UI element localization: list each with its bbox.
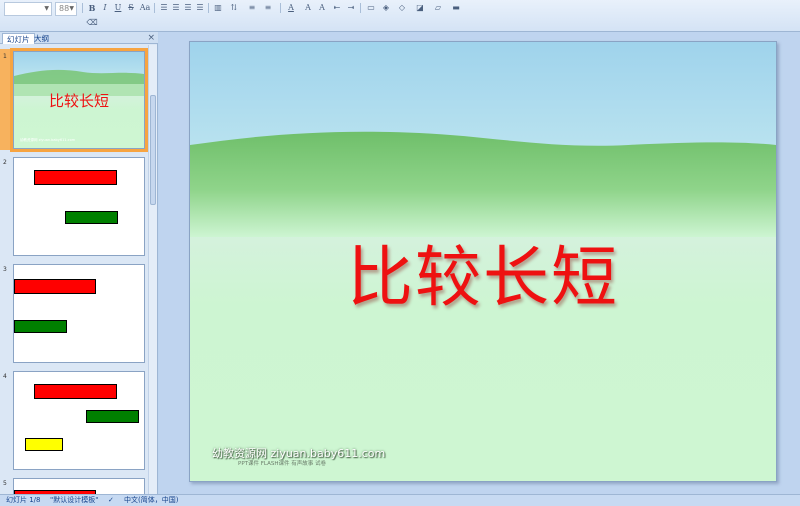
yellow-bar [25,438,63,451]
shape-fill-icon[interactable]: ◪ [414,2,426,14]
green-bar [14,320,67,333]
slide-thumbnail-5[interactable] [13,478,145,494]
thumbnail-caption: 幼教资源网 ziyuan.baby611.com [20,138,76,142]
bullets-icon[interactable]: ≡ [246,2,258,14]
text-direction-icon[interactable]: ⇅ [228,2,240,14]
thumbnail-scrollbar[interactable] [148,45,157,494]
numbering-icon[interactable]: ≡ [262,2,274,14]
language-indicator[interactable]: 中文(简体，中国) [124,495,178,506]
spellcheck-icon[interactable]: ✓ [108,495,114,506]
slide-thumbnail-2[interactable] [13,157,145,256]
shape-effects-icon[interactable]: ▬ [450,2,462,14]
slide-thumbnail-4[interactable] [13,371,145,470]
clear-format-icon[interactable]: ⌫ [86,17,98,29]
underline-icon[interactable]: U [112,2,124,14]
red-bar [34,384,117,399]
thumbnail-number: 3 [3,266,7,273]
grow-font-icon[interactable]: A [302,2,314,14]
thumbnail-list: 1 比较长短 幼教资源网 ziyuan.baby611.com 2 3 4 5 [0,45,148,494]
font-name-combobox[interactable]: ▼ [4,2,52,16]
shape-outline-icon[interactable]: ▱ [432,2,444,14]
italic-icon[interactable]: I [99,2,111,14]
strikethrough-icon[interactable]: S [125,2,137,14]
theme-name[interactable]: "默认设计模板" [50,495,98,506]
align-center-icon[interactable]: ☰ [170,2,182,14]
toolbar-separator [82,3,83,13]
toolbar-separator [154,3,155,13]
tab-outline[interactable]: 大纲 [30,33,53,44]
thumbnail-number: 2 [3,159,7,166]
watermark-subtext: PPT课件 FLASH课件 有声故事 试卷 [238,461,326,467]
font-size-combobox[interactable]: 88 ▼ [55,2,77,16]
red-bar [14,279,96,294]
slide-title[interactable]: 比较长短 [190,224,776,320]
font-size-value: 88 [59,4,70,13]
panel-tabs: 幻灯片 大纲 × [0,32,158,44]
shrink-font-icon[interactable]: A [316,2,328,14]
scrollbar-thumb[interactable] [150,95,156,205]
justify-icon[interactable]: ☰ [194,2,206,14]
slide-counter: 幻灯片 1/8 [6,496,41,504]
dropdown-arrow-icon[interactable]: ▼ [69,3,74,15]
toolbar-separator [360,3,361,13]
arrange-icon[interactable]: ◈ [380,2,392,14]
thumbnail-number: 5 [3,480,7,487]
quick-styles-icon[interactable]: ◇ [396,2,408,14]
font-case-icon[interactable]: Aa [138,2,152,14]
thumbnail-title: 比较长短 [48,92,109,110]
status-bar: 幻灯片 1/8 "默认设计模板" ✓ 中文(简体，中国) [0,494,800,506]
ribbon-toolbar: ▼ 88 ▼ B I U S Aa ☰ ☰ ☰ ☰ ▥ ⇅ ≡ ≡ A A A ⇤… [0,0,800,32]
shapes-icon[interactable]: ▭ [365,2,377,14]
toolbar-separator [280,3,281,13]
toolbar-separator [208,3,209,13]
bold-icon[interactable]: B [86,2,98,14]
thumbnail-number: 4 [3,373,7,380]
green-bar [86,410,139,423]
green-bar [65,211,118,224]
selection-bar [0,49,12,150]
decrease-indent-icon[interactable]: ⇤ [331,2,343,14]
slide-editor: 比较长短 幼教资源网 ziyuan.baby611.com PPT课件 FLAS… [159,32,800,494]
slide-thumbnail-3[interactable] [13,264,145,363]
slides-panel: 幻灯片 大纲 × 1 比较长短 幼教资源网 ziyuan.baby611.com… [0,32,158,494]
align-left-icon[interactable]: ☰ [158,2,170,14]
current-slide[interactable]: 比较长短 幼教资源网 ziyuan.baby611.com PPT课件 FLAS… [189,41,777,482]
hills-shape [190,131,776,237]
close-icon[interactable]: × [147,32,155,44]
columns-icon[interactable]: ▥ [212,2,224,14]
align-right-icon[interactable]: ☰ [182,2,194,14]
slide-thumbnail-1[interactable]: 比较长短 幼教资源网 ziyuan.baby611.com [10,48,148,152]
dropdown-arrow-icon[interactable]: ▼ [44,3,49,15]
font-color-icon[interactable]: A [285,2,297,14]
thumbnail-number: 1 [3,53,7,60]
red-bar [34,170,117,185]
increase-indent-icon[interactable]: ⇥ [345,2,357,14]
